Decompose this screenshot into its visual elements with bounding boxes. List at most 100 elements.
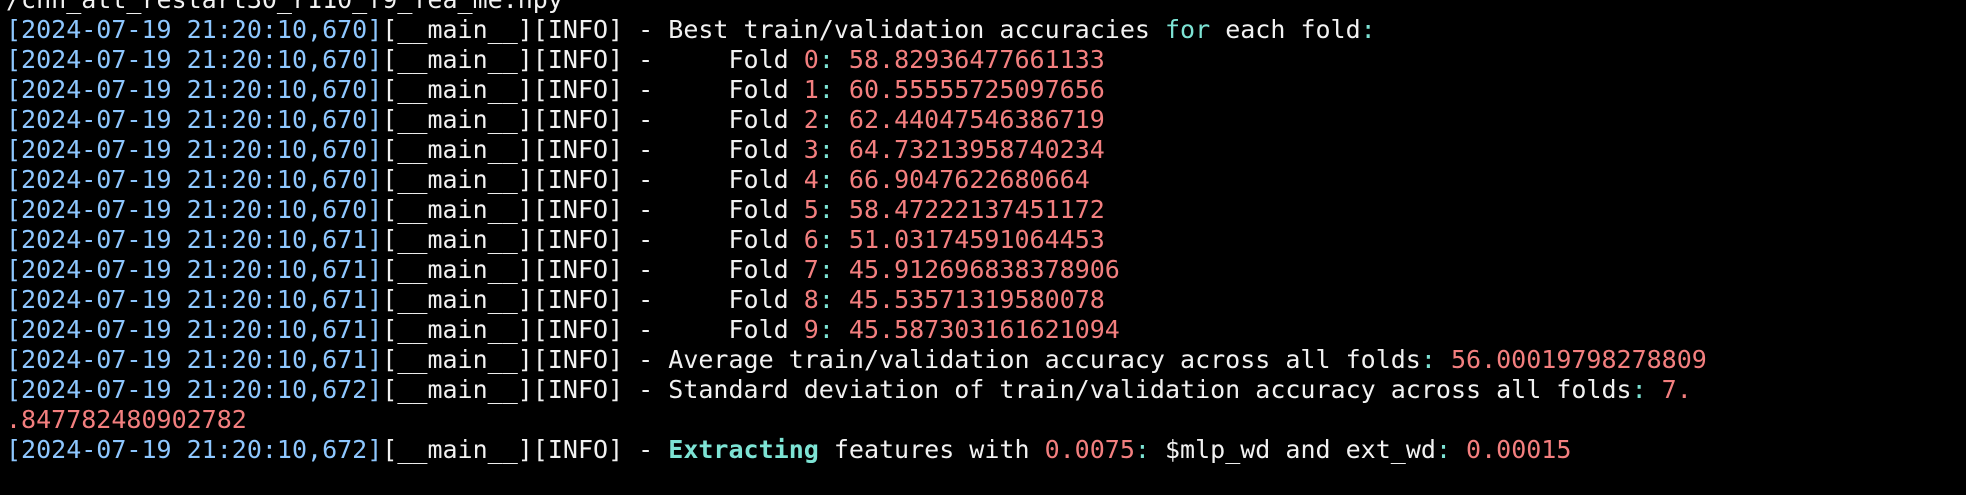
terminal-line-fold: [2024-07-19 21:20:10,670][__main__][INFO… (6, 105, 1966, 135)
log-timestamp: [2024-07-19 21:20:10,671] (6, 345, 383, 374)
log-timestamp: [2024-07-19 21:20:10,670] (6, 75, 383, 104)
fold-colon: : (818, 75, 849, 104)
fold-colon: : (818, 285, 849, 314)
extract-text1: features with (818, 435, 1045, 464)
stddev-value-part1: 7. (1661, 375, 1692, 404)
log-prefix: [__main__][INFO] - (382, 375, 669, 404)
log-prefix: [__main__][INFO] - (382, 345, 669, 374)
terminal-line-fold: [2024-07-19 21:20:10,671][__main__][INFO… (6, 225, 1966, 255)
log-prefix: [__main__][INFO] - (382, 255, 669, 284)
fold-colon: : (818, 255, 849, 284)
terminal-line-fold: [2024-07-19 21:20:10,671][__main__][INFO… (6, 255, 1966, 285)
terminal-line-extract: [2024-07-19 21:20:10,672][__main__][INFO… (6, 435, 1966, 465)
log-timestamp: [2024-07-19 21:20:10,670] (6, 165, 383, 194)
filename-text: /cnn_att_restart30_r110_f9_fea_me.npy (6, 0, 563, 14)
fold-index: 6 (803, 225, 819, 254)
log-timestamp: [2024-07-19 21:20:10,670] (6, 45, 383, 74)
extract-text2: $mlp_wd and ext_wd (1165, 435, 1436, 464)
fold-value: 60.55555725097656 (848, 75, 1105, 104)
fold-index: 8 (803, 285, 819, 314)
extract-value1: 0.0075 (1044, 435, 1135, 464)
log-timestamp: [2024-07-19 21:20:10,671] (6, 255, 383, 284)
header-text-before: Best train/validation accuracies (668, 15, 1165, 44)
terminal-line-fold: [2024-07-19 21:20:10,670][__main__][INFO… (6, 135, 1966, 165)
fold-label: Fold (668, 45, 804, 74)
terminal-line-stddev: [2024-07-19 21:20:10,672][__main__][INFO… (6, 375, 1966, 405)
extract-value2: 0.00015 (1466, 435, 1572, 464)
terminal-line-fold: [2024-07-19 21:20:10,670][__main__][INFO… (6, 195, 1966, 225)
fold-value: 51.03174591064453 (848, 225, 1105, 254)
fold-value: 45.912696838378906 (848, 255, 1120, 284)
log-prefix: [__main__][INFO] - (382, 225, 669, 254)
fold-colon: : (818, 45, 849, 74)
log-timestamp: [2024-07-19 21:20:10,671] (6, 285, 383, 314)
log-prefix: [__main__][INFO] - (382, 285, 669, 314)
fold-label: Fold (668, 165, 804, 194)
header-colon: : (1360, 15, 1376, 44)
log-timestamp: [2024-07-19 21:20:10,670] (6, 105, 383, 134)
log-prefix: [__main__][INFO] - (382, 315, 669, 344)
fold-colon: : (818, 225, 849, 254)
log-timestamp: [2024-07-19 21:20:10,672] (6, 435, 383, 464)
log-timestamp: [2024-07-19 21:20:10,670] (6, 15, 383, 44)
extract-colon1: : (1134, 435, 1165, 464)
terminal-line-fold: [2024-07-19 21:20:10,670][__main__][INFO… (6, 45, 1966, 75)
terminal-line-fold: [2024-07-19 21:20:10,671][__main__][INFO… (6, 285, 1966, 315)
fold-colon: : (818, 105, 849, 134)
log-timestamp: [2024-07-19 21:20:10,671] (6, 315, 383, 344)
fold-index: 4 (803, 165, 819, 194)
log-timestamp: [2024-07-19 21:20:10,670] (6, 135, 383, 164)
stddev-text: Standard deviation of train/validation a… (668, 375, 1632, 404)
fold-index: 0 (803, 45, 819, 74)
fold-label: Fold (668, 135, 804, 164)
log-prefix: [__main__][INFO] - (382, 195, 669, 224)
fold-value: 45.53571319580078 (848, 285, 1105, 314)
terminal-line-fold: [2024-07-19 21:20:10,670][__main__][INFO… (6, 165, 1966, 195)
extract-keyword: Extracting (668, 435, 819, 464)
fold-index: 2 (803, 105, 819, 134)
average-text: Average train/validation accuracy across… (668, 345, 1421, 374)
log-prefix: [__main__][INFO] - (382, 435, 669, 464)
stddev-colon: : (1631, 375, 1662, 404)
fold-colon: : (818, 315, 849, 344)
average-colon: : (1420, 345, 1451, 374)
fold-index: 3 (803, 135, 819, 164)
log-prefix: [__main__][INFO] - (382, 165, 669, 194)
terminal-window[interactable]: /cnn_att_restart30_r110_f9_fea_me.npy [2… (0, 0, 1966, 480)
log-timestamp: [2024-07-19 21:20:10,671] (6, 225, 383, 254)
stddev-value-part2: .847782480902782 (6, 405, 247, 434)
fold-colon: : (818, 165, 849, 194)
extract-colon2: : (1435, 435, 1467, 464)
fold-value: 58.82936477661133 (848, 45, 1105, 74)
fold-index: 1 (803, 75, 819, 104)
fold-index: 7 (803, 255, 819, 284)
fold-label: Fold (668, 285, 804, 314)
average-value: 56.00019798278809 (1450, 345, 1707, 374)
terminal-line-header: [2024-07-19 21:20:10,670][__main__][INFO… (6, 15, 1966, 45)
fold-label: Fold (668, 75, 804, 104)
log-prefix: [__main__][INFO] - (382, 105, 669, 134)
terminal-line-fold: [2024-07-19 21:20:10,670][__main__][INFO… (6, 75, 1966, 105)
terminal-line-stddev-wrap: .847782480902782 (6, 405, 1966, 435)
fold-value: 64.73213958740234 (848, 135, 1105, 164)
log-timestamp: [2024-07-19 21:20:10,670] (6, 195, 383, 224)
log-prefix: [__main__][INFO] - (382, 15, 669, 44)
fold-value: 45.587303161621094 (848, 315, 1120, 344)
terminal-line-average: [2024-07-19 21:20:10,671][__main__][INFO… (6, 345, 1966, 375)
fold-label: Fold (668, 225, 804, 254)
fold-index: 9 (803, 315, 819, 344)
fold-label: Fold (668, 255, 804, 284)
fold-value: 58.47222137451172 (848, 195, 1105, 224)
terminal-line-fold: [2024-07-19 21:20:10,671][__main__][INFO… (6, 315, 1966, 345)
terminal-line-filename: /cnn_att_restart30_r110_f9_fea_me.npy (6, 0, 1966, 15)
log-prefix: [__main__][INFO] - (382, 75, 669, 104)
fold-colon: : (818, 195, 849, 224)
header-keyword-for: for (1164, 15, 1211, 44)
log-prefix: [__main__][INFO] - (382, 135, 669, 164)
fold-label: Fold (668, 315, 804, 344)
fold-colon: : (818, 135, 849, 164)
log-prefix: [__main__][INFO] - (382, 45, 669, 74)
fold-label: Fold (668, 105, 804, 134)
log-timestamp: [2024-07-19 21:20:10,672] (6, 375, 383, 404)
fold-value: 66.9047622680664 (848, 165, 1090, 194)
